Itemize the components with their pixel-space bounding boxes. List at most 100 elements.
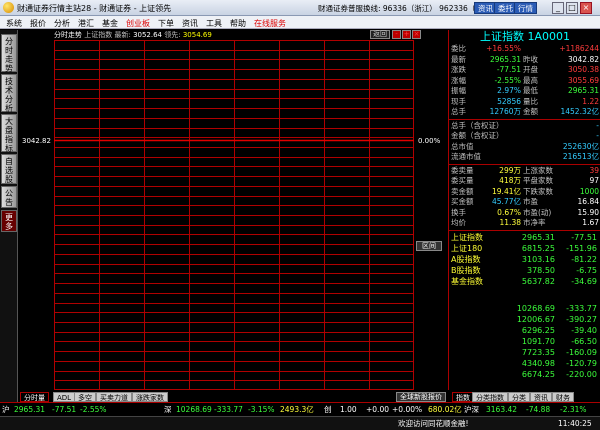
footer-bar: 欢迎访问同花顺金融! 11:40:25 — [0, 416, 600, 430]
index-row[interactable]: 6674.25 -220.00 — [449, 369, 600, 380]
vtab-watchlist[interactable]: 自选股 — [1, 154, 17, 184]
quote-row: 委比 +16.55% +1186244 — [449, 44, 600, 54]
global-ipo-button[interactable]: 全球新股报价 — [396, 392, 446, 402]
left-tab-bar: 分时走势 技术分析 大盘指标 自选股 公告 更多 — [0, 30, 18, 410]
index-change: -34.69 — [571, 276, 597, 286]
back-button[interactable]: 返回 — [370, 30, 390, 39]
tab-buy-sell-force[interactable]: 买卖力道 — [96, 392, 132, 402]
quote-row: 最新 2965.31 昨收 3042.82 — [449, 55, 600, 65]
index-row[interactable]: 上证指数 2965.31 -77.51 — [449, 232, 600, 243]
tab-advance-decline[interactable]: 涨跌家数 — [132, 392, 168, 402]
cap-row-label: 金额（含权证） — [451, 131, 504, 140]
stat-row-value: 11.38 — [499, 218, 521, 227]
quote-row-label-2: 开盘 — [523, 65, 538, 74]
cap-row: 总市值 252630亿 — [449, 142, 600, 152]
quote-row-value-2: 3042.82 — [567, 54, 599, 64]
quote-button[interactable]: 行情 — [514, 2, 537, 14]
menu-order[interactable]: 下单 — [158, 18, 174, 29]
plus-icon[interactable]: + — [402, 30, 411, 39]
menu-quote[interactable]: 报价 — [30, 18, 46, 29]
sh-pct: -2.55% — [80, 405, 107, 414]
chart-close-icon[interactable]: × — [412, 30, 421, 39]
minus-icon[interactable]: - — [392, 30, 401, 39]
stat-row: 委卖量 299万 上涨家数 39 — [449, 166, 600, 176]
quote-row-value-2: 3050.38 — [567, 65, 599, 74]
minimize-icon[interactable]: _ — [552, 2, 564, 14]
cap-row-value: - — [596, 120, 599, 130]
quote-row-label-2: 量比 — [523, 96, 538, 106]
gem-pct: +0.00% — [392, 405, 423, 414]
tab-news[interactable]: 资讯 — [530, 392, 552, 402]
vtab-notice[interactable]: 公告 — [1, 186, 17, 208]
maximize-icon[interactable]: □ — [566, 2, 578, 14]
quote-row-value-2: 2965.31 — [567, 86, 599, 95]
latest-label: 最新: — [114, 31, 131, 39]
sz-change: -333.77 — [214, 405, 243, 414]
index-name: 上证指数 — [451, 232, 483, 242]
sh-label: 沪 — [2, 405, 10, 414]
quote-row-value-2: 1.22 — [582, 96, 599, 106]
chart-mode-label: 分时走势 — [54, 31, 82, 39]
tab-index[interactable]: 指数 — [452, 392, 474, 402]
menu-tools[interactable]: 工具 — [206, 18, 222, 29]
tab-adl[interactable]: ADL — [53, 392, 76, 402]
index-row[interactable]: 基金指数 5637.82 -34.69 — [449, 276, 600, 287]
index-row[interactable]: 1091.70 -66.50 — [449, 336, 600, 347]
chart-index-name: 上证指数 — [84, 31, 113, 39]
stat-row-label-2: 上涨家数 — [523, 165, 553, 175]
close-icon[interactable]: × — [580, 2, 592, 14]
cap-row: 金额（含权证） - — [449, 131, 600, 141]
vtab-technical[interactable]: 技术分析 — [1, 74, 17, 113]
index-row[interactable]: 7723.35 -160.09 — [449, 347, 600, 358]
stat-row-value: 0.67% — [497, 207, 521, 217]
quote-row-label: 委比 — [451, 44, 466, 53]
range-button[interactable]: 区间 — [416, 241, 442, 251]
menu-news[interactable]: 资讯 — [182, 18, 198, 29]
index-row[interactable]: 上证180 6815.25 -151.96 — [449, 243, 600, 254]
tab-sector-index[interactable]: 分类指数 — [472, 392, 508, 402]
vtab-more[interactable]: 更多 — [1, 210, 17, 232]
index-change: -81.22 — [571, 254, 597, 264]
index-change: -220.00 — [566, 369, 597, 379]
window-title: 财通证券行情主站28 - 财通证券 - 上证领先 — [17, 4, 172, 13]
index-name: 基金指数 — [451, 276, 483, 286]
intraday-chart-grid[interactable] — [54, 40, 414, 390]
index-row[interactable]: 6296.25 -39.40 — [449, 325, 600, 336]
menu-fund[interactable]: 基金 — [102, 18, 118, 29]
stat-row-value: 418万 — [499, 176, 521, 185]
index-row[interactable]: 4340.98 -120.79 — [449, 358, 600, 369]
index-row[interactable]: B股指数 378.50 -6.75 — [449, 265, 600, 276]
menu-hk[interactable]: 港汇 — [78, 18, 94, 29]
gem-amount: 680.02亿 — [428, 405, 462, 414]
index-row[interactable]: 10268.69 -333.77 — [449, 303, 600, 314]
menu-gem[interactable]: 创业板 — [126, 18, 150, 29]
stat-row-value: 19.41亿 — [492, 186, 521, 196]
quote-row-label-2: 最高 — [523, 75, 538, 85]
menu-analysis[interactable]: 分析 — [54, 18, 70, 29]
quote-row-label: 现手 — [451, 96, 466, 106]
sz-pct: -3.15% — [248, 405, 275, 414]
index-row[interactable]: 12006.67 -390.27 — [449, 314, 600, 325]
tab-long-short[interactable]: 多空 — [74, 392, 96, 402]
menu-online-service[interactable]: 在线服务 — [254, 18, 286, 29]
menu-system[interactable]: 系统 — [6, 18, 22, 29]
stat-row-label: 卖金额 — [451, 186, 474, 196]
index-row[interactable]: A股指数 3103.16 -81.22 — [449, 254, 600, 265]
pct-axis-label: 0.00% — [418, 137, 441, 145]
vtab-intraday[interactable]: 分时走势 — [1, 34, 17, 73]
stat-row: 卖金额 19.41亿 下跌家数 1000 — [449, 187, 600, 197]
title-bar: 财通证券行情主站28 - 财通证券 - 上证领先 财通证券普服换线: 96336… — [0, 0, 600, 16]
stat-row: 均价 11.38 市净率 1.67 — [449, 218, 600, 228]
stat-row-label: 换手 — [451, 207, 466, 217]
sz-label: 深 — [164, 405, 172, 414]
prev-close-axis-label: 3042.82 — [22, 137, 51, 145]
clock: 11:40:25 — [558, 419, 592, 428]
tab-intraday-volume[interactable]: 分时量 — [20, 392, 49, 402]
vtab-market-indicator[interactable]: 大盘指标 — [1, 114, 17, 153]
tab-finance[interactable]: 财务 — [552, 392, 574, 402]
tab-category[interactable]: 分类 — [508, 392, 530, 402]
quote-row: 现手 52856 量比 1.22 — [449, 97, 600, 107]
sh-value: 2965.31 — [14, 405, 46, 414]
menu-help[interactable]: 帮助 — [230, 18, 246, 29]
panel-tabs: 指数 分类指数 分类 资讯 财务 — [450, 392, 600, 402]
